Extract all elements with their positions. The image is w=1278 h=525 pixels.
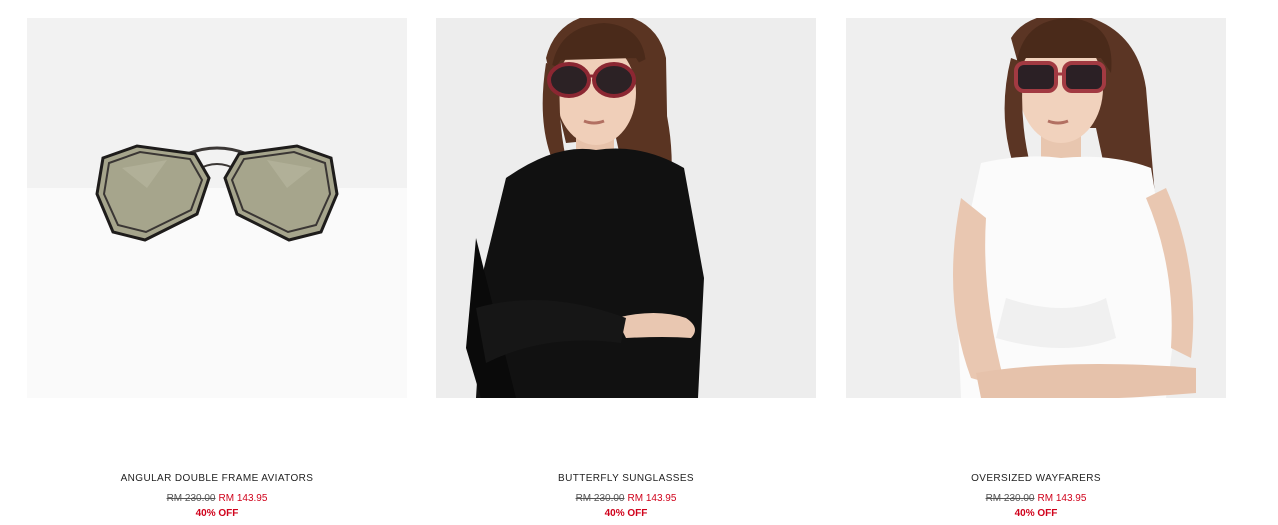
product-name[interactable]: BUTTERFLY SUNGLASSES [436,473,816,485]
product-name[interactable]: ANGULAR DOUBLE FRAME AVIATORS [27,473,407,485]
product-prices: RM 230.00 RM 143.95 [27,493,407,505]
product-name[interactable]: OVERSIZED WAYFARERS [846,473,1226,485]
product-image[interactable] [846,18,1226,398]
product-card[interactable]: ANGULAR DOUBLE FRAME AVIATORS RM 230.00 R… [27,18,407,525]
product-image[interactable] [436,18,816,398]
product-grid: ANGULAR DOUBLE FRAME AVIATORS RM 230.00 R… [0,0,1278,525]
discount-badge: 40% OFF [195,508,239,519]
product-info: ANGULAR DOUBLE FRAME AVIATORS RM 230.00 R… [27,473,407,520]
aviator-sunglasses-image [27,18,407,398]
model-white-top-image [846,18,1226,398]
product-image[interactable] [27,18,407,398]
product-card[interactable]: OVERSIZED WAYFARERS RM 230.00 RM 143.95 4… [846,18,1226,525]
original-price: RM 230.00 [166,493,216,504]
sale-price: RM 143.95 [627,493,677,504]
original-price: RM 230.00 [985,493,1035,504]
product-info: BUTTERFLY SUNGLASSES RM 230.00 RM 143.95 … [436,473,816,520]
product-info: OVERSIZED WAYFARERS RM 230.00 RM 143.95 4… [846,473,1226,520]
product-card[interactable]: BUTTERFLY SUNGLASSES RM 230.00 RM 143.95 … [436,18,816,525]
original-price: RM 230.00 [575,493,625,504]
discount-badge: 40% OFF [1014,508,1058,519]
model-black-dress-image [436,18,816,398]
discount-badge: 40% OFF [604,508,648,519]
product-prices: RM 230.00 RM 143.95 [436,493,816,505]
product-prices: RM 230.00 RM 143.95 [846,493,1226,505]
sale-price: RM 143.95 [218,493,268,504]
sale-price: RM 143.95 [1037,493,1087,504]
